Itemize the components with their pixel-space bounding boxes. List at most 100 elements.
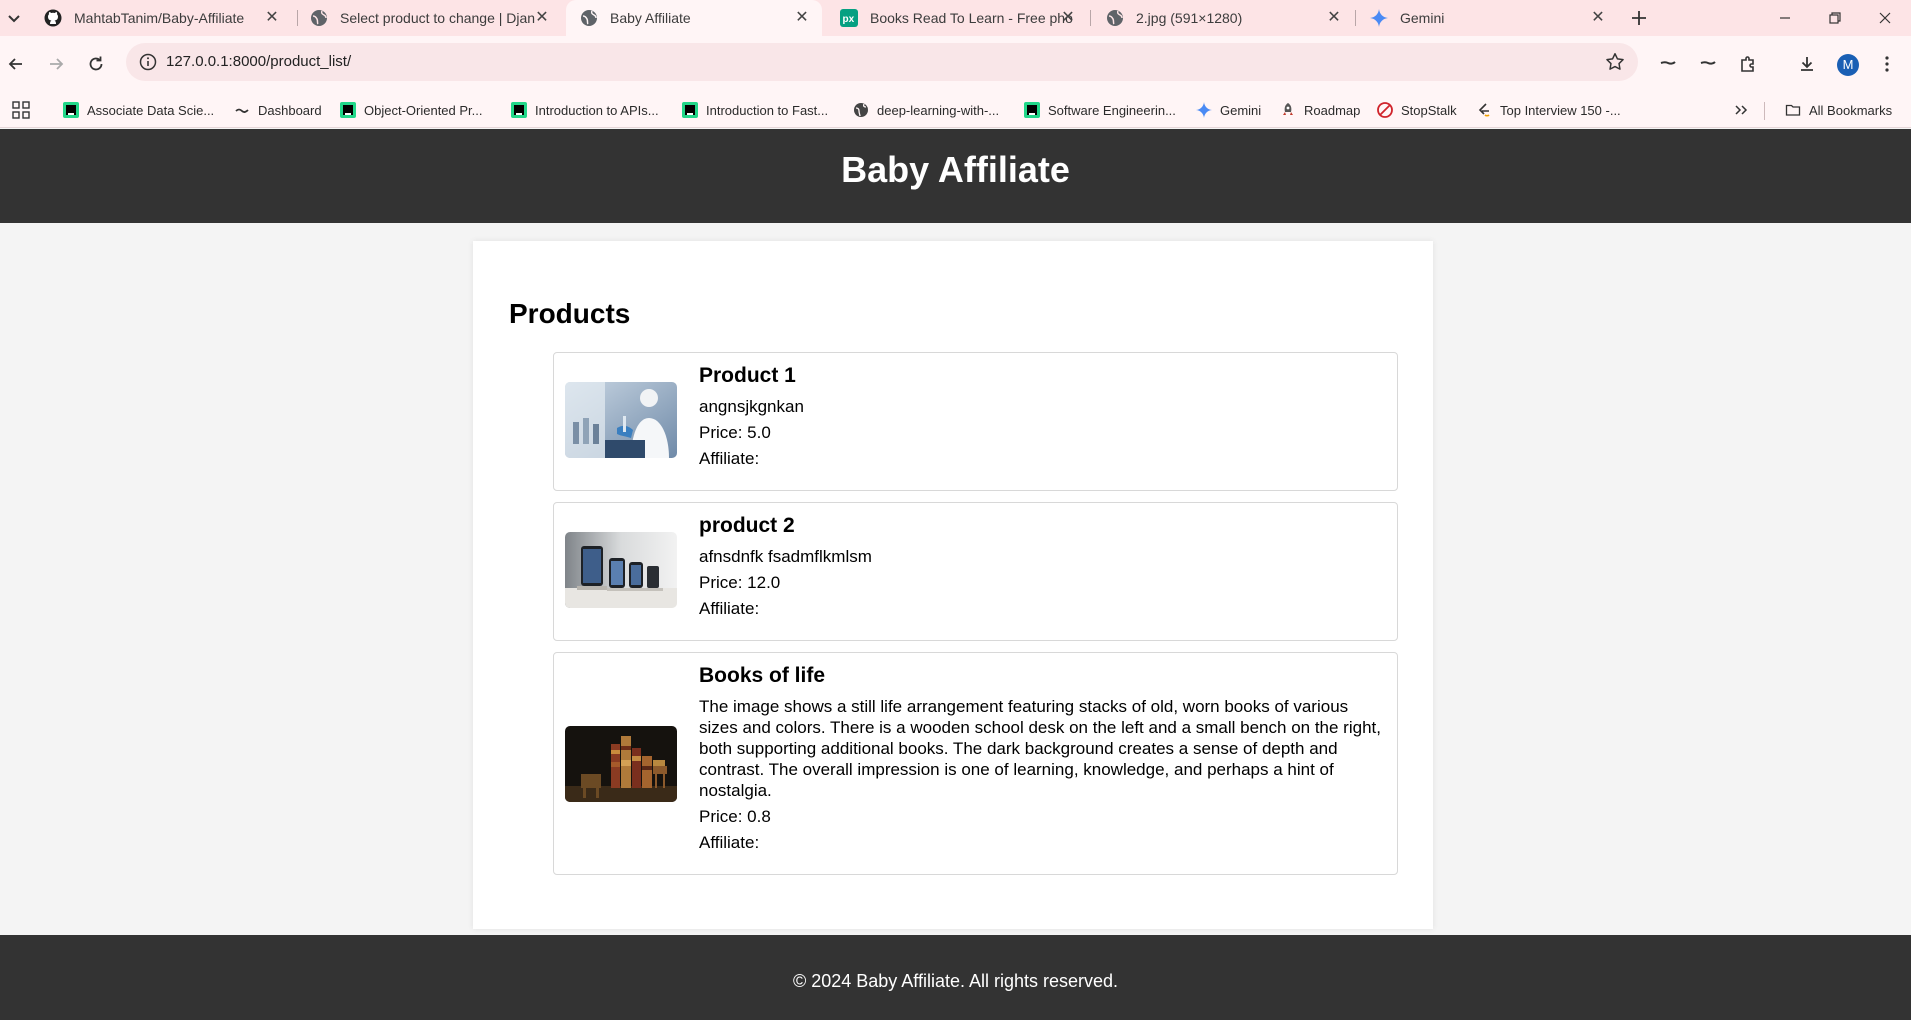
product-affiliate: Affiliate: <box>699 833 760 852</box>
bookmark-label: Object-Oriented Pr... <box>364 102 483 118</box>
bookmark-item[interactable]: Gemini <box>1196 100 1261 120</box>
url-text[interactable]: 127.0.0.1:8000/product_list/ <box>166 53 351 70</box>
product-description: The image shows a still life arrangement… <box>699 697 1381 800</box>
svg-text:px: px <box>843 14 855 25</box>
bookmark-item[interactable]: Dashboard <box>234 100 322 120</box>
bookmark-label: deep-learning-with-... <box>877 102 1000 118</box>
bookmark-item[interactable]: Object-Oriented Pr... <box>340 100 483 120</box>
apps-grid-icon <box>12 101 30 119</box>
back-button[interactable] <box>2 50 30 78</box>
bookmark-label: Gemini <box>1220 102 1262 118</box>
product-image[interactable] <box>565 532 677 608</box>
tab-gemini[interactable]: Gemini ✕ <box>1356 0 1618 36</box>
product-details: Books of life The image shows a still li… <box>699 664 1389 853</box>
tab-title: Books Read To Learn - Free pho <box>870 10 1073 26</box>
minimize-button[interactable] <box>1760 0 1810 36</box>
bookmark-item[interactable]: deep-learning-with-... <box>853 100 999 120</box>
pexels-icon: px <box>840 9 858 27</box>
globe-icon <box>311 10 327 26</box>
product-card: Product 1 angnsjkgnkan Price: 5.0 Affili… <box>553 352 1398 491</box>
content-container: Products Product 1 angnsjkgnkan Price: 5… <box>473 241 1433 929</box>
pycharm-icon <box>511 102 527 118</box>
bookmark-label: StopStalk <box>1401 102 1457 118</box>
smartphones-on-stands-photo <box>565 532 677 608</box>
restore-icon <box>1829 12 1841 24</box>
forward-button[interactable] <box>42 50 70 78</box>
product-price: Price: 0.8 <box>699 807 771 826</box>
all-bookmarks-button[interactable]: All Bookmarks <box>1785 100 1892 120</box>
tab-github[interactable]: MahtabTanim/Baby-Affiliate ✕ <box>30 0 292 36</box>
close-tab-icon[interactable]: ✕ <box>1324 8 1344 28</box>
bookmark-item[interactable]: Top Interview 150 -... <box>1476 100 1621 120</box>
restore-button[interactable] <box>1810 0 1860 36</box>
github-icon <box>44 9 62 27</box>
pycharm-icon <box>682 102 698 118</box>
download-icon <box>1801 57 1813 71</box>
product-image[interactable] <box>565 382 677 458</box>
bookmark-label: Roadmap <box>1304 102 1361 118</box>
tab-pexels[interactable]: px Books Read To Learn - Free pho ✕ <box>826 0 1088 36</box>
tab-title: MahtabTanim/Baby-Affiliate <box>74 10 245 26</box>
apps-button[interactable] <box>12 100 30 120</box>
bookmark-item[interactable]: Software Engineerin... <box>1024 100 1176 120</box>
stacked-books-photo <box>565 726 677 802</box>
product-name: Books of life <box>699 664 826 687</box>
bookmark-item[interactable]: StopStalk <box>1377 100 1457 120</box>
chevron-down-icon <box>8 15 20 23</box>
close-tab-icon[interactable]: ✕ <box>532 8 552 28</box>
minimize-icon <box>1780 17 1790 19</box>
bookmark-item[interactable]: Associate Data Scie... <box>63 100 214 120</box>
close-tab-icon[interactable]: ✕ <box>792 8 812 28</box>
downloads-button[interactable] <box>1793 50 1821 78</box>
close-tab-icon[interactable]: ✕ <box>1058 8 1078 28</box>
more-bookmarks-button[interactable] <box>1733 100 1749 120</box>
pycharm-icon <box>63 102 79 118</box>
stopstalk-icon <box>1377 102 1393 118</box>
bookmark-item[interactable]: Introduction to APIs... <box>511 100 659 120</box>
tab-title: Baby Affiliate <box>610 10 691 26</box>
gemini-icon <box>1370 9 1388 27</box>
product-description: angnsjkgnkan <box>699 397 804 416</box>
arrow-left-icon <box>8 58 22 70</box>
tab-django-admin[interactable]: Select product to change | Djan ✕ <box>296 0 562 36</box>
close-window-button[interactable] <box>1860 0 1910 36</box>
site-footer: © 2024 Baby Affiliate. All rights reserv… <box>0 935 1911 1020</box>
tab-search-button[interactable] <box>2 6 26 30</box>
tab-image[interactable]: 2.jpg (591×1280) ✕ <box>1092 0 1354 36</box>
product-image[interactable] <box>565 726 677 802</box>
all-bookmarks-label: All Bookmarks <box>1809 102 1893 118</box>
bookmark-item[interactable]: Roadmap <box>1280 100 1360 120</box>
bookmark-label: Associate Data Scie... <box>87 102 215 118</box>
bookmark-item[interactable]: Introduction to Fast... <box>682 100 828 120</box>
puzzle-icon <box>1741 56 1754 72</box>
extension-button[interactable] <box>1694 50 1722 78</box>
close-tab-icon[interactable]: ✕ <box>262 8 282 28</box>
product-card: Books of life The image shows a still li… <box>553 652 1398 875</box>
product-name: Product 1 <box>699 364 796 387</box>
profile-avatar[interactable]: M <box>1837 54 1859 76</box>
extensions-menu-button[interactable] <box>1734 50 1762 78</box>
pycharm-icon <box>340 102 356 118</box>
bookmarks-divider <box>1764 102 1765 120</box>
bookmark-label: Dashboard <box>258 102 322 118</box>
address-bar[interactable]: 127.0.0.1:8000/product_list/ <box>126 43 1638 81</box>
folder-icon <box>1785 104 1801 116</box>
site-info-icon[interactable] <box>138 52 158 72</box>
extension-squiggle-icon <box>1700 61 1716 65</box>
bookmark-star-icon[interactable] <box>1604 51 1626 73</box>
reload-button[interactable] <box>82 50 110 78</box>
close-icon <box>1879 12 1891 24</box>
bookmarks-bar: Associate Data Scie... Dashboard Object-… <box>0 92 1911 128</box>
browser-menu-button[interactable] <box>1873 50 1901 78</box>
extension-button[interactable] <box>1654 50 1682 78</box>
more-vertical-icon <box>1885 56 1889 72</box>
product-card: product 2 afnsdnfk fsadmflkmlsm Price: 1… <box>553 502 1398 641</box>
product-details: product 2 afnsdnfk fsadmflkmlsm Price: 1… <box>699 514 1389 619</box>
product-name: product 2 <box>699 514 795 537</box>
dashboard-icon <box>235 108 249 113</box>
tab-title: Select product to change | Djan <box>340 10 536 26</box>
tab-baby-affiliate[interactable]: Baby Affiliate ✕ <box>566 0 822 36</box>
tab-separator <box>1090 10 1091 26</box>
close-tab-icon[interactable]: ✕ <box>1588 8 1608 28</box>
new-tab-button[interactable] <box>1625 4 1653 32</box>
